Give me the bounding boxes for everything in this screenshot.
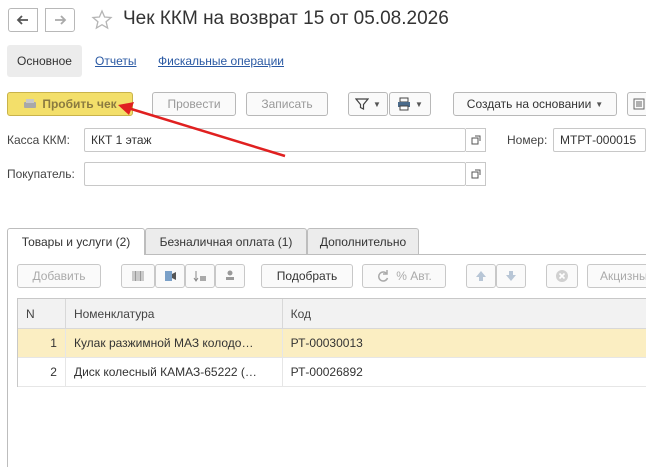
tab-main[interactable]: Основное xyxy=(7,45,82,77)
delete-button[interactable] xyxy=(546,264,578,288)
create-based-on-button[interactable]: Создать на основании ▼ xyxy=(453,92,617,116)
number-label: Номер: xyxy=(507,133,548,147)
forward-button[interactable] xyxy=(45,8,75,32)
kassa-field[interactable]: ККТ 1 этаж xyxy=(84,128,466,152)
auto-percent-button[interactable]: % Авт. xyxy=(362,264,446,288)
table-row[interactable]: 2 Диск колесный КАМАЗ-65222 (… РТ-000268… xyxy=(18,358,646,387)
delete-icon xyxy=(556,270,568,282)
chevron-down-icon: ▼ xyxy=(415,99,423,109)
move-up-button[interactable] xyxy=(466,264,496,288)
barcode-icon xyxy=(132,271,144,281)
tab-cashless-payment[interactable]: Безналичная оплата (1) xyxy=(145,228,307,254)
kassa-label: Касса ККМ: xyxy=(7,133,70,147)
save-button[interactable]: Записать xyxy=(246,92,328,116)
row-code: РТ-00030013 xyxy=(290,336,363,350)
column-header-code[interactable]: Код xyxy=(283,299,646,328)
scan-button[interactable] xyxy=(155,264,185,288)
tab-fiscal-operations[interactable]: Фискальные операции xyxy=(158,54,284,68)
arrow-right-icon xyxy=(55,15,67,25)
table-header: N Номенклатура Код xyxy=(18,299,646,329)
arrow-down-icon xyxy=(506,271,516,281)
auto-percent-label: % Авт. xyxy=(396,269,432,283)
back-button[interactable] xyxy=(8,8,38,32)
arrow-left-icon xyxy=(16,15,28,25)
row-code: РТ-00026892 xyxy=(290,365,363,379)
check-punch-icon xyxy=(24,99,37,108)
add-button[interactable]: Добавить xyxy=(17,264,101,288)
punch-check-button[interactable]: Пробить чек xyxy=(7,92,133,116)
printer-icon xyxy=(398,97,411,111)
filter-button[interactable]: ▼ xyxy=(348,92,388,116)
column-header-n[interactable]: N xyxy=(18,299,66,328)
barcode-button[interactable] xyxy=(121,264,155,288)
star-icon[interactable] xyxy=(91,9,113,31)
open-icon xyxy=(471,135,480,145)
create-based-on-label: Создать на основании xyxy=(466,97,592,111)
buyer-label: Покупатель: xyxy=(7,167,75,181)
kassa-open-button[interactable] xyxy=(466,128,486,152)
row-nomenclature[interactable]: Кулак разжимной МАЗ колодо… xyxy=(66,329,283,357)
tab-goods-services[interactable]: Товары и услуги (2) xyxy=(7,228,145,255)
chevron-down-icon: ▼ xyxy=(373,99,381,109)
list-icon xyxy=(633,98,645,110)
table-row[interactable]: 1 Кулак разжимной МАЗ колодо… РТ-0003001… xyxy=(18,329,646,358)
sort-icon xyxy=(193,271,206,282)
refresh-icon xyxy=(378,270,389,282)
tab-additional[interactable]: Дополнительно xyxy=(307,228,419,254)
buyer-field[interactable] xyxy=(84,162,466,186)
more-actions-button[interactable] xyxy=(627,92,646,116)
row-nomenclature[interactable]: Диск колесный КАМАЗ-65222 (… xyxy=(66,358,283,386)
row-number: 1 xyxy=(18,329,66,357)
scanner-icon xyxy=(165,271,176,281)
number-field[interactable]: МТРТ-000015 xyxy=(553,128,646,152)
row-number: 2 xyxy=(18,358,66,386)
move-down-button[interactable] xyxy=(496,264,526,288)
post-button[interactable]: Провести xyxy=(152,92,236,116)
page-title: Чек ККМ на возврат 15 от 05.08.2026 xyxy=(123,8,449,29)
buyer-open-button[interactable] xyxy=(466,162,486,186)
filter-icon xyxy=(355,98,370,110)
goods-table: N Номенклатура Код 1 Кулак разжимной МАЗ… xyxy=(17,298,646,387)
document-form: Чек ККМ на возврат 15 от 05.08.2026 Осно… xyxy=(0,0,646,467)
tab-reports[interactable]: Отчеты xyxy=(95,54,136,68)
column-header-nomenclature[interactable]: Номенклатура xyxy=(66,299,283,328)
print-button[interactable]: ▼ xyxy=(389,92,431,116)
pick-button[interactable]: Подобрать xyxy=(261,264,353,288)
open-icon xyxy=(471,169,480,179)
stamp-icon xyxy=(226,270,234,280)
arrow-up-icon xyxy=(476,271,486,281)
chevron-down-icon: ▼ xyxy=(595,99,604,109)
excise-button[interactable]: Акцизны xyxy=(587,264,646,288)
move-down-icon-button[interactable] xyxy=(185,264,215,288)
punch-check-label: Пробить чек xyxy=(42,97,117,111)
stamp-button[interactable] xyxy=(215,264,245,288)
